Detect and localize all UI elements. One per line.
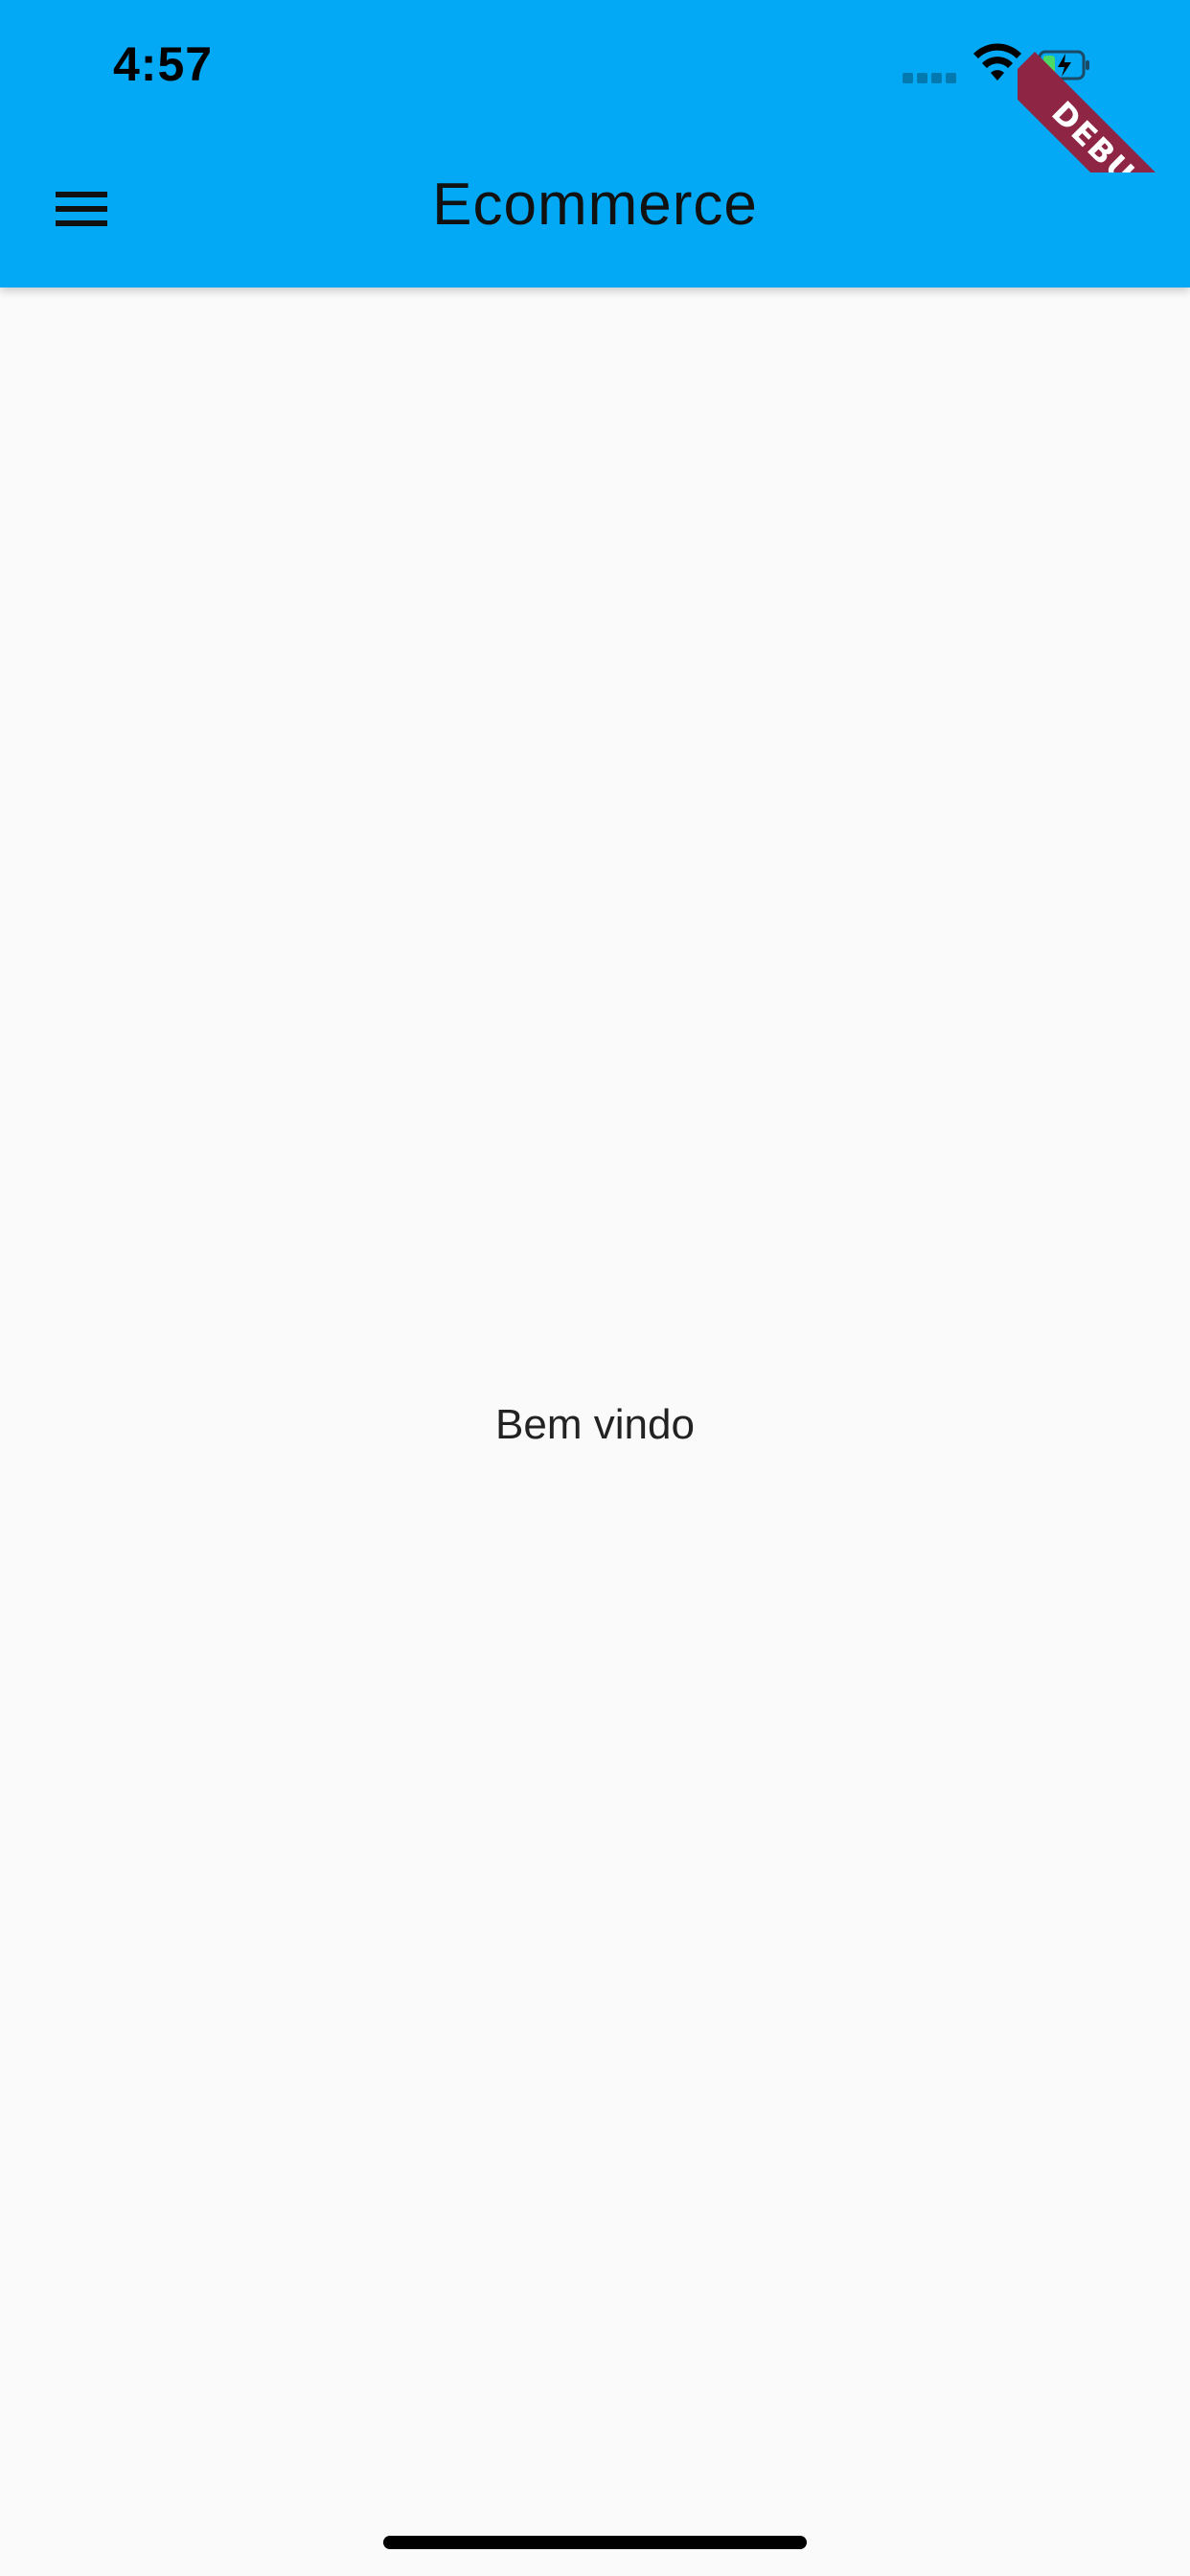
debug-label: DEBUG (1018, 52, 1190, 172)
wifi-icon (973, 43, 1021, 80)
status-time: 4:57 (113, 37, 214, 91)
debug-banner: DEBUG (1018, 0, 1190, 172)
signal-icon (903, 73, 960, 84)
app-bar: 4:57 Ecommerce (0, 0, 1190, 288)
home-indicator[interactable] (383, 2536, 807, 2549)
page-title: Ecommerce (432, 172, 758, 238)
welcome-text: Bem vindo (495, 1401, 695, 1448)
toolbar: Ecommerce (0, 144, 1190, 272)
